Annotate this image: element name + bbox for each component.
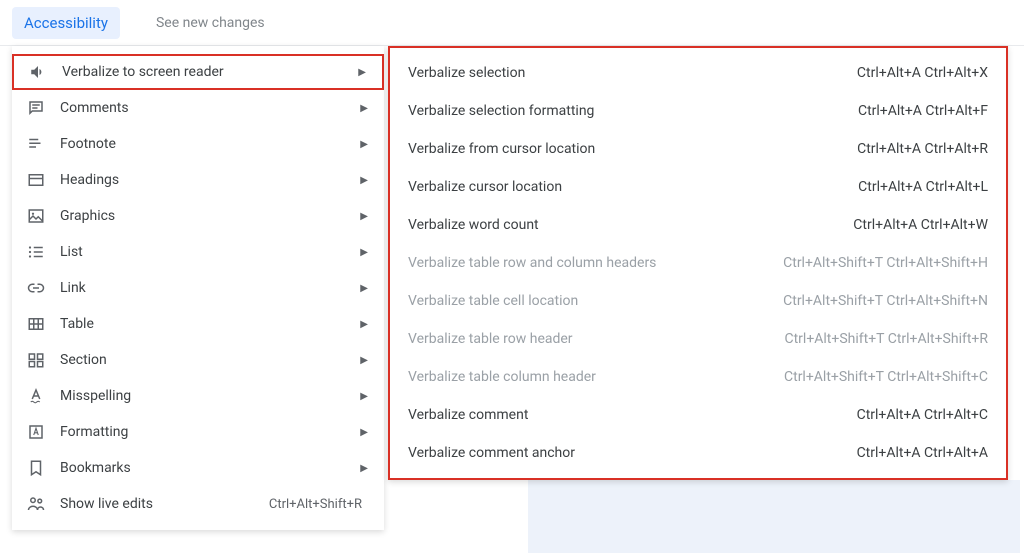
- submenu-item-label: Verbalize word count: [408, 217, 539, 233]
- menu-item-label: Bookmarks: [60, 460, 346, 476]
- submenu-item-verbalize-table-cell-location: Verbalize table cell location Ctrl+Alt+Sh…: [390, 282, 1006, 320]
- chevron-right-icon: ▶: [360, 103, 368, 114]
- section-icon: [26, 350, 46, 370]
- menu-item-label: List: [60, 244, 346, 260]
- menu-item-label: Comments: [60, 100, 346, 116]
- see-new-changes-button[interactable]: See new changes: [144, 8, 277, 38]
- submenu-item-shortcut: Ctrl+Alt+A Ctrl+Alt+W: [853, 217, 988, 233]
- submenu-item-verbalize-selection-formatting[interactable]: Verbalize selection formatting Ctrl+Alt+A…: [390, 92, 1006, 130]
- menu-item-list[interactable]: List ▶: [12, 234, 384, 270]
- menu-item-label: Link: [60, 280, 346, 296]
- submenu-item-label: Verbalize selection: [408, 65, 525, 81]
- footnote-icon: [26, 134, 46, 154]
- menu-accessibility[interactable]: Accessibility: [12, 7, 120, 39]
- menu-item-label: Formatting: [60, 424, 346, 440]
- submenu-item-shortcut: Ctrl+Alt+Shift+T Ctrl+Alt+Shift+N: [783, 293, 988, 309]
- menu-item-bookmarks[interactable]: Bookmarks ▶: [12, 450, 384, 486]
- submenu-item-label: Verbalize table row header: [408, 331, 573, 347]
- verbalize-submenu: Verbalize selection Ctrl+Alt+A Ctrl+Alt+X…: [388, 46, 1008, 480]
- submenu-item-label: Verbalize table row and column headers: [408, 255, 656, 271]
- menu-item-verbalize-to-screen-reader[interactable]: Verbalize to screen reader ▶: [12, 54, 384, 90]
- submenu-item-shortcut: Ctrl+Alt+A Ctrl+Alt+L: [858, 179, 988, 195]
- submenu-item-label: Verbalize selection formatting: [408, 103, 594, 119]
- chevron-right-icon: ▶: [360, 175, 368, 186]
- chevron-right-icon: ▶: [358, 67, 366, 78]
- menu-item-label: Headings: [60, 172, 346, 188]
- chevron-right-icon: ▶: [360, 211, 368, 222]
- submenu-item-shortcut: Ctrl+Alt+A Ctrl+Alt+F: [858, 103, 988, 119]
- chevron-right-icon: ▶: [360, 463, 368, 474]
- speaker-icon: [28, 62, 48, 82]
- chevron-right-icon: ▶: [360, 139, 368, 150]
- submenu-item-verbalize-comment[interactable]: Verbalize comment Ctrl+Alt+A Ctrl+Alt+C: [390, 396, 1006, 434]
- bookmarks-icon: [26, 458, 46, 478]
- submenu-item-verbalize-word-count[interactable]: Verbalize word count Ctrl+Alt+A Ctrl+Alt+…: [390, 206, 1006, 244]
- submenu-item-verbalize-cursor-location[interactable]: Verbalize cursor location Ctrl+Alt+A Ctrl…: [390, 168, 1006, 206]
- menu-item-comments[interactable]: Comments ▶: [12, 90, 384, 126]
- submenu-item-label: Verbalize comment: [408, 407, 528, 423]
- menu-item-label: Table: [60, 316, 346, 332]
- comments-icon: [26, 98, 46, 118]
- submenu-item-verbalize-comment-anchor[interactable]: Verbalize comment anchor Ctrl+Alt+A Ctrl+…: [390, 434, 1006, 472]
- submenu-item-verbalize-selection[interactable]: Verbalize selection Ctrl+Alt+A Ctrl+Alt+X: [390, 54, 1006, 92]
- chevron-right-icon: ▶: [360, 247, 368, 258]
- table-icon: [26, 314, 46, 334]
- formatting-icon: [26, 422, 46, 442]
- headings-icon: [26, 170, 46, 190]
- menu-item-label: Section: [60, 352, 346, 368]
- menu-item-footnote[interactable]: Footnote ▶: [12, 126, 384, 162]
- submenu-item-verbalize-from-cursor-location[interactable]: Verbalize from cursor location Ctrl+Alt+A…: [390, 130, 1006, 168]
- menu-item-section[interactable]: Section ▶: [12, 342, 384, 378]
- menu-item-graphics[interactable]: Graphics ▶: [12, 198, 384, 234]
- menu-item-label: Show live edits: [60, 496, 255, 512]
- chevron-right-icon: ▶: [360, 283, 368, 294]
- submenu-item-label: Verbalize from cursor location: [408, 141, 595, 157]
- menu-item-shortcut: Ctrl+Alt+Shift+R: [269, 497, 362, 512]
- submenu-item-verbalize-table-column-header: Verbalize table column header Ctrl+Alt+Sh…: [390, 358, 1006, 396]
- menu-item-misspelling[interactable]: Misspelling ▶: [12, 378, 384, 414]
- submenu-item-shortcut: Ctrl+Alt+A Ctrl+Alt+C: [857, 407, 988, 423]
- menu-item-label: Misspelling: [60, 388, 346, 404]
- menu-item-label: Graphics: [60, 208, 346, 224]
- submenu-item-shortcut: Ctrl+Alt+Shift+T Ctrl+Alt+Shift+C: [784, 369, 988, 385]
- submenu-item-shortcut: Ctrl+Alt+A Ctrl+Alt+R: [857, 141, 988, 157]
- live-edits-icon: [26, 494, 46, 514]
- submenu-item-label: Verbalize table column header: [408, 369, 596, 385]
- accessibility-dropdown: Verbalize to screen reader▶Comments▶Foot…: [12, 46, 384, 530]
- submenu-item-verbalize-table-row-header: Verbalize table row header Ctrl+Alt+Shift…: [390, 320, 1006, 358]
- menu-item-label: Verbalize to screen reader: [62, 64, 344, 80]
- menu-item-label: Footnote: [60, 136, 346, 152]
- list-icon: [26, 242, 46, 262]
- menu-item-link[interactable]: Link ▶: [12, 270, 384, 306]
- menu-item-show-live-edits[interactable]: Show live edits Ctrl+Alt+Shift+R: [12, 486, 384, 522]
- chevron-right-icon: ▶: [360, 427, 368, 438]
- chevron-right-icon: ▶: [360, 319, 368, 330]
- chevron-right-icon: ▶: [360, 391, 368, 402]
- submenu-item-verbalize-table-row-and-column-headers: Verbalize table row and column headers Ct…: [390, 244, 1006, 282]
- submenu-item-label: Verbalize cursor location: [408, 179, 562, 195]
- submenu-item-shortcut: Ctrl+Alt+A Ctrl+Alt+A: [857, 445, 988, 461]
- chevron-right-icon: ▶: [360, 355, 368, 366]
- menu-item-headings[interactable]: Headings ▶: [12, 162, 384, 198]
- submenu-item-shortcut: Ctrl+Alt+Shift+T Ctrl+Alt+Shift+R: [784, 331, 988, 347]
- menu-item-formatting[interactable]: Formatting ▶: [12, 414, 384, 450]
- document-background: [528, 480, 1020, 553]
- submenu-item-shortcut: Ctrl+Alt+Shift+T Ctrl+Alt+Shift+H: [783, 255, 988, 271]
- graphics-icon: [26, 206, 46, 226]
- misspelling-icon: [26, 386, 46, 406]
- submenu-item-shortcut: Ctrl+Alt+A Ctrl+Alt+X: [857, 65, 988, 81]
- submenu-item-label: Verbalize comment anchor: [408, 445, 575, 461]
- menu-bar: Accessibility See new changes: [0, 0, 1024, 46]
- link-icon: [26, 278, 46, 298]
- menu-item-table[interactable]: Table ▶: [12, 306, 384, 342]
- submenu-item-label: Verbalize table cell location: [408, 293, 578, 309]
